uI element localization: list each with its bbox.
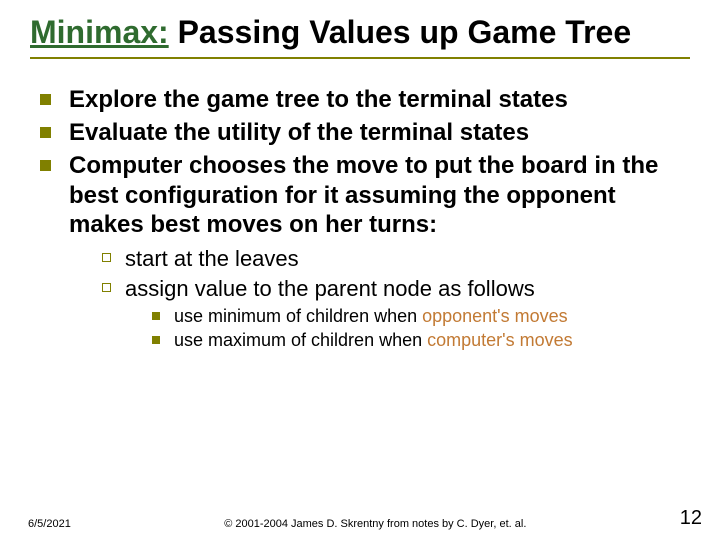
list-item: Evaluate the utility of the terminal sta…: [40, 118, 690, 147]
text-accent: opponent's moves: [422, 306, 568, 326]
text-pre: use maximum of children when: [174, 330, 427, 350]
title-rest: Passing Values up Game Tree: [169, 14, 631, 50]
text-accent: computer's moves: [427, 330, 573, 350]
slide-title: Minimax: Passing Values up Game Tree: [30, 14, 690, 59]
list-item: assign value to the parent node as follo…: [102, 275, 690, 303]
square-bullet-icon: [152, 336, 160, 344]
bullet-text: Explore the game tree to the terminal st…: [69, 85, 568, 114]
bullet-text: Evaluate the utility of the terminal sta…: [69, 118, 529, 147]
bullet-text: Computer chooses the move to put the boa…: [69, 151, 690, 239]
bullet-text: use maximum of children when computer's …: [174, 330, 573, 352]
square-bullet-icon: [40, 127, 51, 138]
slide: Minimax: Passing Values up Game Tree Exp…: [0, 0, 720, 540]
bullet-text: assign value to the parent node as follo…: [125, 275, 535, 303]
list-item: use minimum of children when opponent's …: [152, 306, 690, 328]
list-item: start at the leaves: [102, 245, 690, 273]
list-item: Computer chooses the move to put the boa…: [40, 151, 690, 239]
slide-footer: 6/5/2021 © 2001-2004 James D. Skrentny f…: [0, 507, 720, 530]
sublist: start at the leaves assign value to the …: [40, 245, 690, 302]
square-bullet-icon: [40, 160, 51, 171]
square-bullet-icon: [40, 94, 51, 105]
slide-body: Explore the game tree to the terminal st…: [30, 85, 690, 352]
hollow-square-bullet-icon: [102, 283, 111, 292]
square-bullet-icon: [152, 312, 160, 320]
list-item: Explore the game tree to the terminal st…: [40, 85, 690, 114]
list-item: use maximum of children when computer's …: [152, 330, 690, 352]
text-pre: use minimum of children when: [174, 306, 422, 326]
footer-copyright: © 2001-2004 James D. Skrentny from notes…: [71, 518, 680, 530]
hollow-square-bullet-icon: [102, 253, 111, 262]
page-number: 12: [680, 507, 702, 530]
title-highlight: Minimax:: [30, 14, 169, 50]
sub-sublist: use minimum of children when opponent's …: [40, 306, 690, 351]
bullet-text: use minimum of children when opponent's …: [174, 306, 568, 328]
footer-date: 6/5/2021: [28, 518, 71, 530]
bullet-text: start at the leaves: [125, 245, 299, 273]
